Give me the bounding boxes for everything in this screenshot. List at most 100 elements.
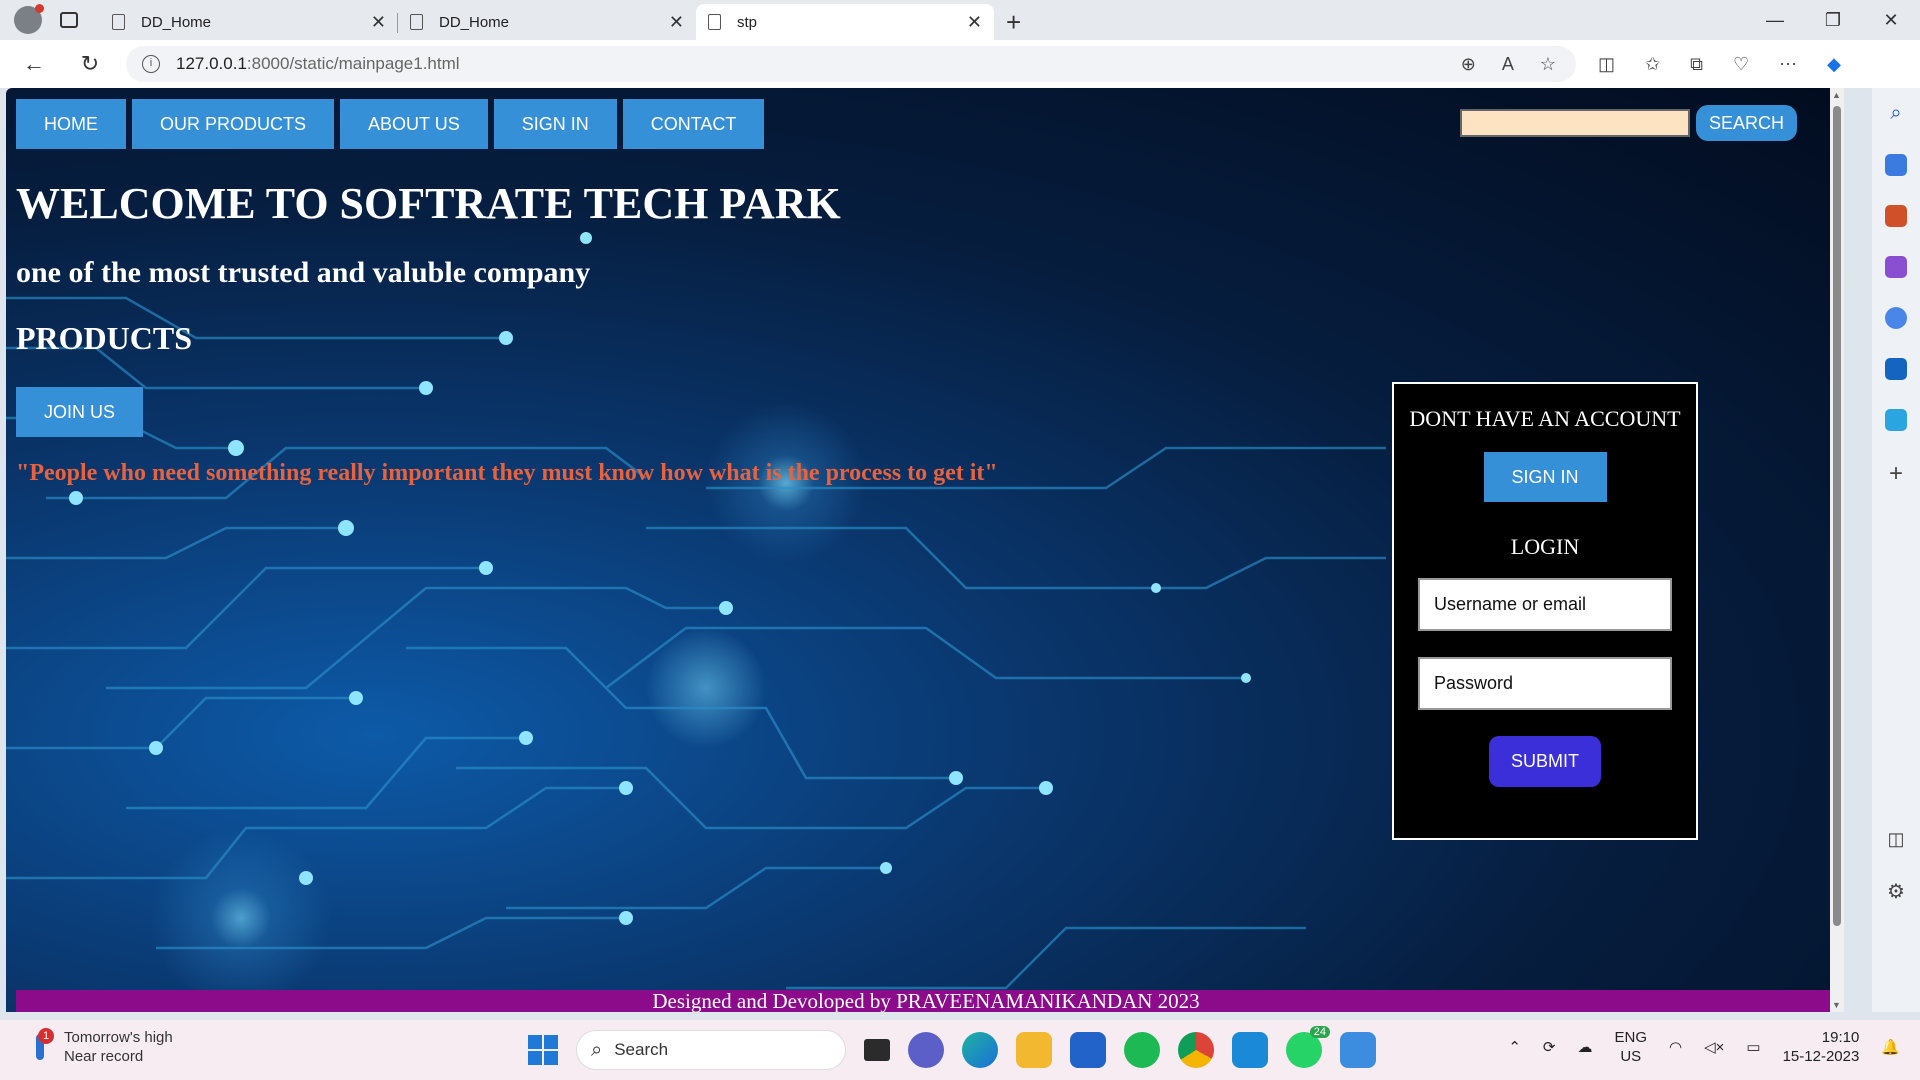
tab-title: stp [737, 13, 758, 31]
page-icon [410, 14, 423, 30]
close-tab-icon[interactable]: ✕ [669, 12, 684, 33]
vscode-icon[interactable] [1232, 1032, 1268, 1068]
password-field[interactable]: Password [1418, 657, 1672, 710]
menu-our-products[interactable]: OUR PRODUCTS [132, 99, 335, 149]
browser-tab[interactable]: DD_Home ✕ [398, 4, 696, 40]
speaker-muted-icon[interactable]: ◁× [1704, 1038, 1724, 1056]
submit-button[interactable]: SUBMIT [1489, 736, 1601, 787]
weather-badge: 1 [38, 1028, 54, 1044]
weather-line-2: Near record [64, 1048, 144, 1065]
task-view-icon[interactable] [864, 1039, 890, 1061]
chrome-icon[interactable] [1178, 1032, 1214, 1068]
search-icon: ⌕ [591, 1038, 603, 1061]
photos-icon[interactable] [1340, 1032, 1376, 1068]
microsoft365-icon[interactable] [1885, 307, 1907, 329]
menu-about-us[interactable]: ABOUT US [340, 99, 488, 149]
browser-tab[interactable]: DD_Home ✕ [100, 4, 398, 40]
page-icon [112, 14, 125, 30]
quote-text: "People who need something really import… [16, 460, 998, 486]
menu-contact[interactable]: CONTACT [622, 99, 765, 149]
search-area: SEARCH [1460, 105, 1798, 141]
language-indicator[interactable]: ENG US [1614, 1028, 1647, 1066]
url-field[interactable]: i 127.0.0.1:8000/static/mainpage1.html ⊕… [126, 46, 1576, 82]
username-field[interactable]: Username or email [1418, 578, 1672, 631]
edge-sidebar: ⌕ + ◫ ⚙ [1872, 88, 1920, 1012]
tagline: one of the most trusted and valuble comp… [16, 256, 591, 289]
page-scrollbar[interactable]: ▲ ▼ [1830, 88, 1844, 1012]
refresh-icon[interactable]: ↻ [68, 51, 112, 77]
page-icon [708, 14, 721, 30]
whatsapp-badge: 24 [1309, 1026, 1330, 1038]
window-controls: — ❐ ✕ [1746, 0, 1920, 40]
tab-actions-icon[interactable] [60, 12, 78, 28]
clock-time: 19:10 [1821, 1029, 1860, 1046]
profile-icon[interactable] [14, 4, 44, 34]
back-icon[interactable]: ← [12, 51, 56, 77]
clock[interactable]: 19:10 15-12-2023 [1783, 1028, 1860, 1066]
login-heading: LOGIN [1510, 534, 1580, 559]
spotify-icon[interactable] [1124, 1032, 1160, 1068]
page-footer: Designed and Devoloped by PRAVEENAMANIKA… [16, 990, 1836, 1012]
search-button[interactable]: SEARCH [1696, 105, 1798, 141]
site-info-icon[interactable]: i [142, 55, 160, 73]
taskbar-apps: ⌕ Search 24 [528, 1026, 1376, 1070]
chat-icon[interactable] [908, 1032, 944, 1068]
whatsapp-icon[interactable]: 24 [1286, 1026, 1330, 1068]
notification-bell-icon[interactable]: 🔔 [1881, 1038, 1900, 1056]
split-screen-icon[interactable]: ◫ [1598, 54, 1615, 75]
file-explorer-icon[interactable] [1016, 1032, 1052, 1068]
toolbar-icons: ◫ ✩ ⧉ ♡ ⋯ ◆ [1598, 54, 1841, 75]
clock-date: 15-12-2023 [1782, 1048, 1860, 1065]
close-tab-icon[interactable]: ✕ [967, 12, 982, 33]
favorites-icon[interactable]: ✩ [1645, 54, 1660, 75]
main-menu: HOME OUR PRODUCTS ABOUT US SIGN IN CONTA… [16, 99, 765, 149]
performance-icon[interactable]: ♡ [1733, 54, 1749, 75]
url-host: 127.0.0.1 [176, 54, 247, 73]
cloud-icon[interactable]: ☁ [1577, 1038, 1592, 1056]
panel-sign-in-button[interactable]: SIGN IN [1483, 452, 1607, 502]
more-options-icon[interactable]: ⋯ [1779, 54, 1797, 75]
search-input[interactable] [1460, 109, 1690, 137]
read-aloud-icon[interactable]: A [1502, 54, 1514, 75]
scrollbar-thumb[interactable] [1833, 106, 1841, 926]
sidebar-toggle-icon[interactable]: ◫ [1887, 829, 1904, 850]
new-tab-icon[interactable]: + [1006, 4, 1021, 40]
battery-icon[interactable]: ▭ [1746, 1038, 1760, 1056]
games-icon[interactable] [1885, 256, 1907, 278]
minimize-icon[interactable]: — [1746, 0, 1804, 40]
sync-icon[interactable]: ⟳ [1543, 1038, 1556, 1056]
add-icon[interactable]: + [1889, 460, 1903, 488]
close-window-icon[interactable]: ✕ [1862, 0, 1920, 40]
search-icon[interactable]: ⌕ [1890, 102, 1901, 125]
settings-icon[interactable]: ⚙ [1887, 879, 1905, 904]
url-icons: ⊕ A ☆ [1461, 54, 1576, 75]
microsoft-store-icon[interactable] [1070, 1032, 1106, 1068]
taskbar: 1 Tomorrow's high Near record ⌕ Search 2… [0, 1020, 1920, 1080]
weather-widget[interactable]: 1 Tomorrow's high Near record [26, 1028, 173, 1066]
shopping-tag-icon[interactable] [1885, 154, 1907, 176]
favorite-star-icon[interactable]: ☆ [1540, 54, 1556, 75]
join-us-button[interactable]: JOIN US [16, 387, 143, 437]
send-icon[interactable] [1885, 409, 1907, 431]
scroll-up-icon[interactable]: ▲ [1832, 90, 1841, 100]
copilot-icon[interactable]: ◆ [1827, 54, 1841, 75]
wifi-icon[interactable]: ◠ [1669, 1038, 1682, 1056]
close-tab-icon[interactable]: ✕ [371, 12, 386, 33]
tools-icon[interactable] [1885, 205, 1907, 227]
outlook-icon[interactable] [1885, 358, 1907, 380]
menu-sign-in[interactable]: SIGN IN [493, 99, 617, 149]
browser-tab-active[interactable]: stp ✕ [696, 4, 994, 40]
chevron-up-icon[interactable]: ⌃ [1508, 1038, 1521, 1056]
login-panel: DONT HAVE AN ACCOUNT SIGN IN LOGIN Usern… [1392, 382, 1698, 840]
restore-icon[interactable]: ❐ [1804, 0, 1862, 40]
taskbar-search[interactable]: ⌕ Search [576, 1030, 846, 1070]
thermometer-icon: 1 [26, 1028, 54, 1064]
scroll-down-icon[interactable]: ▼ [1832, 1000, 1841, 1010]
zoom-icon[interactable]: ⊕ [1461, 54, 1476, 75]
windows-start-icon[interactable] [528, 1035, 558, 1065]
menu-home[interactable]: HOME [16, 99, 126, 149]
collections-icon[interactable]: ⧉ [1690, 54, 1703, 75]
edge-icon[interactable] [962, 1032, 998, 1068]
address-bar: ← ↻ i 127.0.0.1:8000/static/mainpage1.ht… [0, 40, 1920, 88]
lang-secondary: US [1620, 1048, 1642, 1065]
